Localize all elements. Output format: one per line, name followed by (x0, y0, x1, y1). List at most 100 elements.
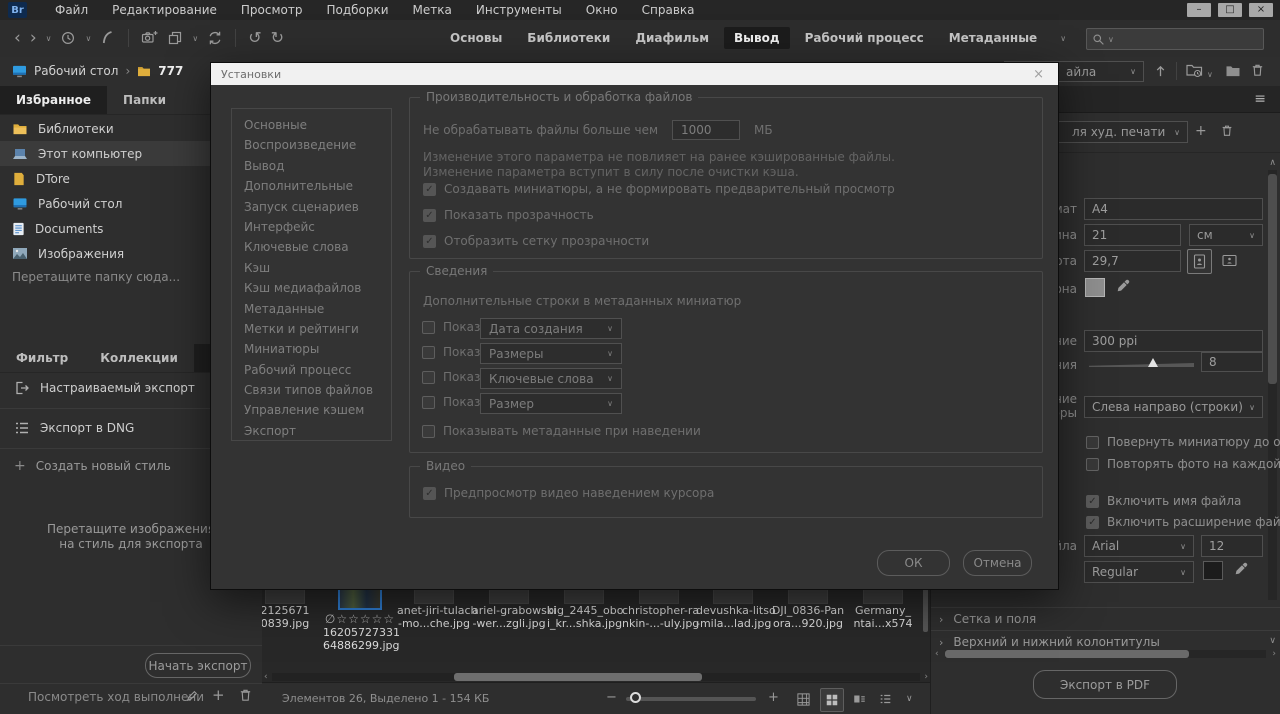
generate-thumbnails-checkbox[interactable]: ✓ Создавать миниатюры, а не формировать … (423, 182, 895, 196)
section-item[interactable]: Кэш (232, 258, 391, 278)
breadcrumb-current-folder[interactable]: 777 (158, 64, 183, 78)
font-color-swatch[interactable] (1203, 561, 1223, 580)
horizontal-scrollbar-thumb[interactable] (945, 650, 1189, 658)
menu-label[interactable]: Метка (401, 0, 464, 20)
scroll-right-icon[interactable]: › (924, 672, 928, 682)
delete-template-icon[interactable] (1220, 123, 1234, 138)
quality-slider-knob[interactable] (1148, 358, 1158, 367)
checkbox-unchecked[interactable] (422, 320, 435, 334)
eyedropper-icon[interactable] (1233, 561, 1249, 577)
list-view-button[interactable] (874, 688, 896, 710)
new-folder-icon[interactable] (1225, 64, 1241, 77)
grid-lock-view-button[interactable] (792, 688, 814, 710)
workspace-tab-libraries[interactable]: Библиотеки (517, 27, 620, 49)
tab-collections[interactable]: Коллекции (84, 344, 194, 372)
workspace-tab-filmstrip[interactable]: Диафильм (625, 27, 719, 49)
checkbox-unchecked[interactable] (422, 395, 435, 409)
eyedropper-icon[interactable] (1115, 278, 1131, 294)
menu-stacks[interactable]: Подборки (314, 0, 400, 20)
video-hover-preview-checkbox[interactable]: ✓ Предпросмотр видео наведением курсора (423, 486, 714, 500)
add-template-icon[interactable]: + (1195, 123, 1207, 139)
plus-icon[interactable]: + (212, 686, 225, 704)
section-item[interactable]: Дополнительные (232, 176, 391, 196)
scroll-left-icon[interactable]: ‹ (264, 672, 268, 682)
section-item[interactable]: Экспорт (232, 421, 391, 441)
scroll-right-icon[interactable]: › (1272, 649, 1276, 659)
background-color-swatch[interactable] (1085, 278, 1105, 297)
thumbnail-view-button[interactable] (820, 688, 844, 712)
font-family-dropdown[interactable]: Arial ∨ (1084, 535, 1194, 557)
history-icon[interactable] (60, 30, 76, 46)
format-field[interactable]: A4 (1084, 198, 1263, 220)
section-item[interactable]: Основные (232, 115, 391, 135)
chevron-down-icon[interactable]: ∨ (46, 34, 52, 43)
include-extension-checkbox[interactable]: ✓ Включить расширение файлов (1086, 515, 1280, 529)
menu-edit[interactable]: Редактирование (100, 0, 229, 20)
close-button[interactable]: × (1249, 3, 1273, 17)
view-options-chevron-icon[interactable]: ∨ (906, 694, 913, 704)
height-field[interactable]: 29,7 (1084, 250, 1181, 272)
rotate-thumbnail-checkbox[interactable]: Повернуть миниатюру до оптимальн (1086, 435, 1280, 449)
slider-knob[interactable] (630, 692, 641, 703)
search-scope-chevron-icon[interactable]: ∨ (1108, 35, 1114, 44)
sort-ascending-icon[interactable] (1153, 63, 1168, 79)
show-transparency-checkbox[interactable]: ✓ Показать прозрачность (423, 208, 594, 222)
unit-dropdown[interactable]: см ∨ (1189, 224, 1263, 246)
chevron-down-icon[interactable]: ∨ (192, 34, 198, 43)
trash-icon[interactable] (1250, 62, 1265, 78)
section-item[interactable]: Ключевые слова (232, 237, 391, 257)
section-item[interactable]: Интерфейс (232, 217, 391, 237)
grid-margins-group[interactable]: › Сетка и поля (931, 607, 1280, 630)
undo-icon[interactable]: ↺ (248, 30, 261, 46)
tab-filter[interactable]: Фильтр (0, 344, 84, 372)
section-item[interactable]: Рабочий процесс (232, 360, 391, 380)
section-item[interactable]: Кэш медиафайлов (232, 278, 391, 298)
details-view-button[interactable] (848, 688, 870, 710)
workspace-tab-metadata[interactable]: Метаданные (939, 27, 1048, 49)
workspace-tab-workflow[interactable]: Рабочий процесс (795, 27, 934, 49)
repeat-photo-checkbox[interactable]: Повторять фото на каждой странице (1086, 457, 1280, 471)
tab-folders[interactable]: Папки (107, 86, 182, 114)
section-item[interactable]: Управление кэшем (232, 400, 391, 420)
menu-window[interactable]: Окно (574, 0, 630, 20)
metadata-dropdown[interactable]: Размер ∨ (480, 393, 622, 414)
font-size-field[interactable]: 12 (1201, 535, 1263, 557)
font-style-dropdown[interactable]: Regular ∨ (1084, 561, 1194, 583)
transparency-grid-checkbox[interactable]: ✓ Отобразить сетку прозрачности (423, 234, 649, 248)
portrait-orientation-button[interactable] (1187, 249, 1212, 274)
minimize-button[interactable]: – (1187, 3, 1211, 17)
camera-import-icon[interactable] (141, 30, 158, 46)
thumbnail-size-slider[interactable] (626, 697, 756, 701)
ok-button[interactable]: ОК (877, 550, 950, 576)
view-progress-label[interactable]: Посмотреть ход выполнени (28, 690, 204, 704)
redo-icon[interactable]: ↻ (271, 30, 284, 46)
rating-row[interactable]: ∅☆☆☆☆☆ (323, 612, 397, 626)
section-item[interactable]: Вывод (232, 156, 391, 176)
workspace-more-icon[interactable]: ∨ (1060, 34, 1066, 43)
menu-tools[interactable]: Инструменты (464, 0, 574, 20)
chevron-down-icon[interactable]: ∨ (85, 34, 91, 43)
batch-icon[interactable] (167, 30, 183, 46)
resolution-field[interactable]: 300 ppi (1084, 330, 1263, 352)
direction-dropdown[interactable]: Слева направо (строки) ∨ (1084, 396, 1263, 418)
menu-help[interactable]: Справка (630, 0, 707, 20)
maximize-button[interactable]: □ (1218, 3, 1242, 17)
checkbox-unchecked[interactable] (422, 345, 435, 359)
boomerang-icon[interactable] (100, 30, 116, 46)
pencil-icon[interactable] (185, 688, 200, 703)
vertical-scrollbar-thumb[interactable] (1268, 174, 1277, 384)
scroll-down-icon[interactable]: ∨ (1269, 636, 1276, 646)
landscape-orientation-button[interactable] (1218, 249, 1241, 272)
section-item[interactable]: Связи типов файлов (232, 380, 391, 400)
sync-icon[interactable] (207, 30, 223, 46)
dialog-close-icon[interactable]: × (1029, 67, 1048, 82)
section-item[interactable]: Миниатюры (232, 339, 391, 359)
start-export-button[interactable]: Начать экспорт (145, 653, 251, 678)
scroll-up-icon[interactable]: ∧ (1269, 158, 1276, 168)
panel-menu-icon[interactable]: ≡ (1254, 91, 1266, 107)
section-item[interactable]: Запуск сценариев (232, 197, 391, 217)
quality-value-field[interactable]: 8 (1201, 352, 1263, 372)
search-input[interactable] (1116, 32, 1258, 46)
show-tooltips-checkbox[interactable]: Показывать метаданные при наведении (422, 424, 701, 438)
workspace-tab-output[interactable]: Вывод (724, 27, 790, 49)
